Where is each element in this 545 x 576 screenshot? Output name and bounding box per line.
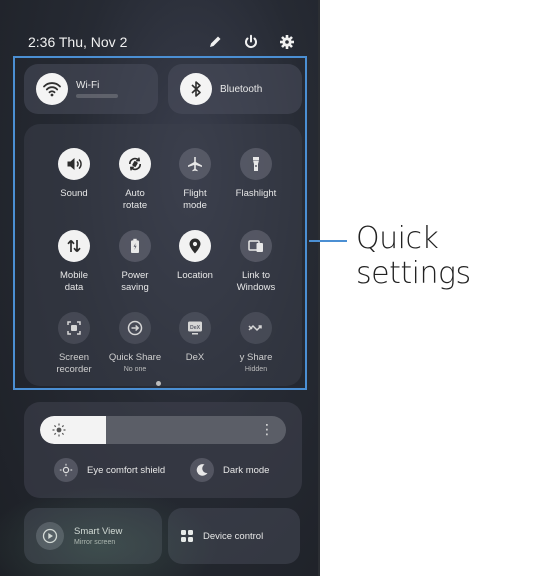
brightness-panel: ⋮ Eye comfort shield Dark mode <box>24 402 302 498</box>
smart-view-tile[interactable]: Smart View Mirror screen <box>24 508 162 564</box>
gear-icon[interactable] <box>276 31 298 53</box>
dark-mode-button[interactable]: Dark mode <box>190 458 269 482</box>
callout-line <box>309 240 347 242</box>
device-control-icon <box>180 529 194 543</box>
sun-icon <box>52 423 66 442</box>
power-icon[interactable] <box>240 31 262 53</box>
status-bar: 2:36 Thu, Nov 2 <box>28 30 298 54</box>
device-control-title: Device control <box>203 530 264 542</box>
smart-view-icon <box>36 522 64 550</box>
edit-icon[interactable] <box>204 31 226 53</box>
more-options-icon[interactable]: ⋮ <box>260 422 274 436</box>
date-time: 2:36 Thu, Nov 2 <box>28 34 128 50</box>
brightness-fill <box>40 416 107 444</box>
device-control-tile[interactable]: Device control <box>168 508 300 564</box>
smart-view-title: Smart View <box>74 526 123 537</box>
eye-comfort-button[interactable]: Eye comfort shield <box>54 458 165 482</box>
smart-view-subtitle: Mirror screen <box>74 539 116 546</box>
brightness-slider[interactable]: ⋮ <box>40 416 286 444</box>
dark-mode-label: Dark mode <box>223 464 270 476</box>
eye-comfort-label: Eye comfort shield <box>87 464 166 476</box>
eye-comfort-icon <box>54 458 78 482</box>
moon-icon <box>190 458 214 482</box>
quick-settings-highlight <box>13 56 307 390</box>
callout-label: Quick settings <box>356 221 471 291</box>
